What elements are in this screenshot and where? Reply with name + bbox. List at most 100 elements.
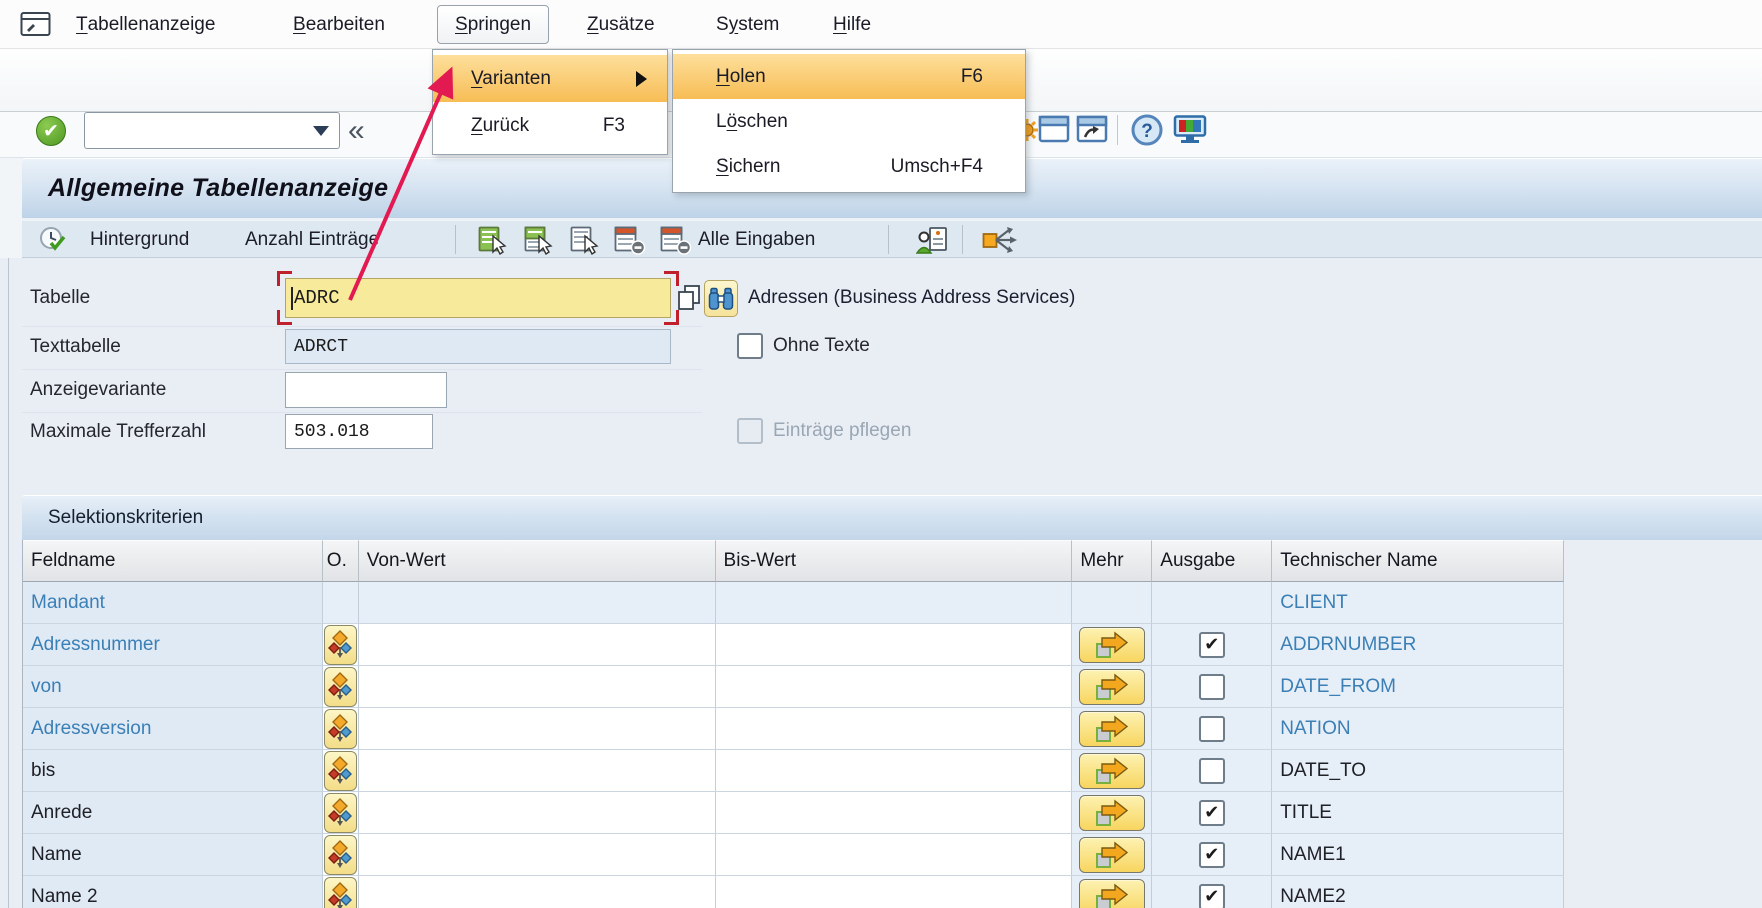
- menu-item-loeschen[interactable]: Löschen: [673, 99, 1025, 144]
- eintraege-pflegen-row: Einträge pflegen: [737, 418, 911, 444]
- feldname-cell: von: [23, 666, 323, 708]
- table-row: Adressnummer ✔ADDRNUMBER: [23, 624, 1564, 666]
- selection-options-button[interactable]: [324, 751, 357, 791]
- menu-hilfe[interactable]: Hilfe: [833, 0, 871, 49]
- mehr-button[interactable]: [1079, 879, 1145, 908]
- selection-options-button[interactable]: [324, 667, 357, 707]
- von-wert-input[interactable]: [359, 792, 715, 833]
- selection-table-body: MandantCLIENTAdressnummer ✔ADDRNUMBERvon…: [23, 582, 1564, 908]
- von-wert-input[interactable]: [359, 666, 715, 707]
- selection-options-button[interactable]: [324, 709, 357, 749]
- feldname-cell: Adressnummer: [23, 624, 323, 666]
- menu-item-zurueck[interactable]: Zurück F3: [433, 102, 667, 149]
- gui-settings-monitor-icon[interactable]: [1172, 115, 1208, 145]
- select-all-icon[interactable]: [478, 226, 508, 255]
- mehr-button[interactable]: [1079, 795, 1145, 831]
- user-parameters-icon[interactable]: [916, 226, 948, 254]
- selection-options-button[interactable]: [324, 625, 357, 665]
- enter-check-icon[interactable]: ✔: [36, 116, 66, 146]
- ausgabe-checkbox[interactable]: [1199, 758, 1225, 784]
- bis-wert-input[interactable]: [716, 708, 1072, 749]
- selection-options-cell: [323, 708, 359, 750]
- distribute-icon[interactable]: [982, 226, 1018, 254]
- tabelle-field[interactable]: ADRC: [285, 278, 671, 318]
- mehr-cell: [1072, 834, 1152, 876]
- feldname-cell: Adressversion: [23, 708, 323, 750]
- deselect-all-icon[interactable]: [570, 226, 600, 255]
- texttabelle-field[interactable]: ADRCT: [285, 329, 671, 364]
- help-icon[interactable]: ?: [1130, 113, 1164, 147]
- menu-zusaetze[interactable]: Zusätze: [587, 0, 655, 49]
- command-input[interactable]: [85, 113, 339, 148]
- von-wert-input[interactable]: [359, 876, 715, 908]
- von-wert-cell: [359, 834, 716, 876]
- mehr-arrow-icon: [1095, 715, 1129, 743]
- ausgabe-checkbox[interactable]: ✔: [1199, 800, 1225, 826]
- von-wert-input[interactable]: [359, 834, 715, 875]
- mehr-button[interactable]: [1079, 753, 1145, 789]
- value-help-icon[interactable]: [676, 284, 702, 312]
- alle-eingaben-button[interactable]: Alle Eingaben: [698, 221, 815, 258]
- command-dropdown-icon[interactable]: [313, 126, 329, 136]
- execute-clock-icon[interactable]: [38, 226, 66, 254]
- bis-wert-input[interactable]: [716, 834, 1072, 875]
- selection-options-button[interactable]: [324, 835, 357, 875]
- create-shortcut-icon[interactable]: [1076, 115, 1108, 143]
- mehr-cell: [1072, 708, 1152, 750]
- bis-wert-input[interactable]: [716, 792, 1072, 833]
- von-wert-input[interactable]: [359, 624, 715, 665]
- ausgabe-cell: [1152, 708, 1272, 750]
- select-block-icon[interactable]: [524, 226, 554, 255]
- max-trefferzahl-field[interactable]: 503.018: [285, 414, 433, 449]
- form-row-divider: [22, 369, 702, 370]
- mehr-arrow-icon: [1095, 883, 1129, 908]
- ohne-texte-checkbox[interactable]: [737, 333, 763, 359]
- mehr-button[interactable]: [1079, 669, 1145, 705]
- mehr-arrow-icon: [1095, 673, 1129, 701]
- ausgabe-cell: [1152, 750, 1272, 792]
- ausgabe-checkbox[interactable]: [1199, 674, 1225, 700]
- ausgabe-checkbox[interactable]: ✔: [1199, 842, 1225, 868]
- selection-options-icon: [328, 714, 352, 744]
- menu-item-varianten[interactable]: Varianten: [433, 55, 667, 102]
- new-session-icon[interactable]: [1038, 115, 1070, 143]
- menu-springen[interactable]: Springen: [437, 5, 549, 44]
- von-wert-cell: [359, 708, 716, 750]
- mehr-button[interactable]: [1079, 711, 1145, 747]
- von-wert-cell: [359, 582, 716, 624]
- table-row: Name ✔NAME1: [23, 834, 1564, 876]
- bis-wert-input[interactable]: [716, 876, 1072, 908]
- mehr-button[interactable]: [1079, 837, 1145, 873]
- texttabelle-label: Texttabelle: [30, 329, 121, 364]
- texttabelle-value: ADRCT: [294, 337, 348, 357]
- von-wert-cell: [359, 666, 716, 708]
- collapse-toolbar-icon[interactable]: «: [348, 112, 365, 149]
- command-field[interactable]: [84, 112, 340, 149]
- von-wert-input[interactable]: [359, 708, 715, 749]
- ausgabe-checkbox[interactable]: [1199, 716, 1225, 742]
- app-toolbar-separator: [888, 225, 889, 254]
- ausgabe-checkbox[interactable]: ✔: [1199, 884, 1225, 908]
- menu-item-sichern[interactable]: Sichern Umsch+F4: [673, 144, 1025, 189]
- selection-options-button[interactable]: [324, 793, 357, 833]
- search-binoculars-button[interactable]: [704, 280, 738, 317]
- anzeigevariante-field[interactable]: [285, 372, 447, 408]
- menu-tabellenanzeige[interactable]: Tabellenanzeige: [76, 0, 215, 49]
- delete-all-entries-icon[interactable]: [660, 226, 692, 255]
- von-wert-input[interactable]: [359, 750, 715, 791]
- bis-wert-input[interactable]: [716, 666, 1072, 707]
- selection-options-cell: [323, 750, 359, 792]
- bis-wert-input[interactable]: [716, 624, 1072, 665]
- hintergrund-button[interactable]: Hintergrund: [90, 221, 189, 258]
- panel-left-border: [8, 258, 9, 908]
- bis-wert-input[interactable]: [716, 750, 1072, 791]
- mehr-button[interactable]: [1079, 627, 1145, 663]
- menu-system[interactable]: System: [716, 0, 779, 49]
- anzahl-eintraege-button[interactable]: Anzahl Einträge: [245, 221, 379, 258]
- menu-item-holen[interactable]: Holen F6: [673, 54, 1025, 99]
- delete-selection-icon[interactable]: [614, 226, 646, 255]
- menu-bearbeiten[interactable]: Bearbeiten: [293, 0, 385, 49]
- selection-options-button[interactable]: [324, 877, 357, 908]
- text-caret: [291, 287, 293, 310]
- ausgabe-checkbox[interactable]: ✔: [1199, 632, 1225, 658]
